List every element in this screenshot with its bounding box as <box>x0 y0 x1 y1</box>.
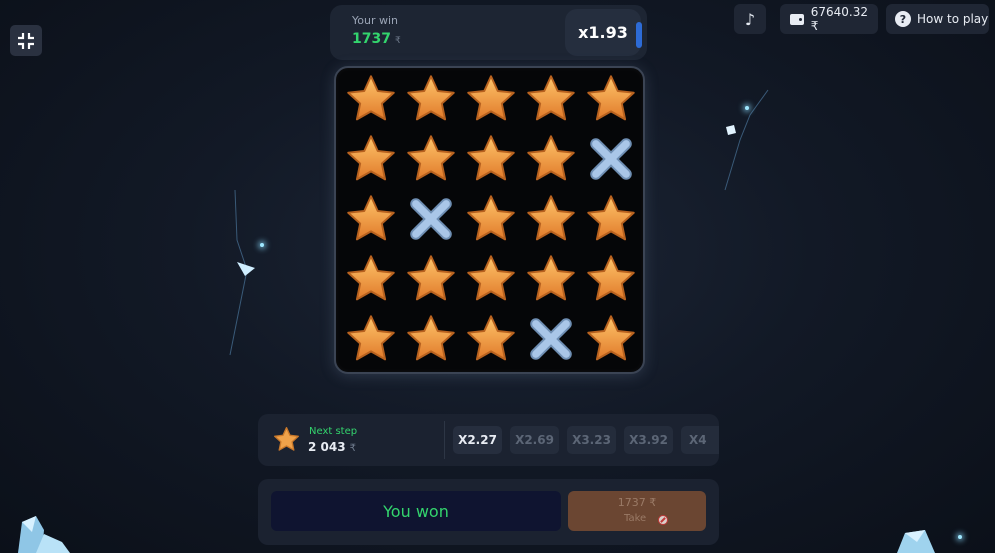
star-icon <box>467 135 515 181</box>
game-board <box>334 66 645 374</box>
star-icon <box>467 195 515 241</box>
glow-dot <box>745 106 749 110</box>
star-icon <box>527 255 575 301</box>
cross-cell[interactable] <box>405 193 457 245</box>
star-cell[interactable] <box>465 133 517 185</box>
cross-icon <box>530 318 572 360</box>
star-cell[interactable] <box>585 313 637 365</box>
next-step-amount-value: 2 043 <box>308 440 346 454</box>
cross-cell[interactable] <box>525 313 577 365</box>
step-multiplier: X4 <box>681 426 719 454</box>
music-note-icon: ♪ <box>744 9 756 29</box>
balance-value: 67640.32 ₹ <box>810 5 868 33</box>
star-cell[interactable] <box>405 73 457 125</box>
glow-dot <box>958 535 962 539</box>
star-icon <box>347 195 395 241</box>
how-to-play-button[interactable]: ? How to play <box>886 4 989 34</box>
star-icon <box>407 315 455 361</box>
disabled-icon <box>658 515 668 525</box>
next-step-label: Next step <box>309 426 358 437</box>
star-icon <box>407 135 455 181</box>
star-icon <box>467 255 515 301</box>
star-icon <box>347 135 395 181</box>
star-icon <box>467 75 515 121</box>
current-multiplier-value: x1.93 <box>578 23 628 42</box>
star-icon <box>587 255 635 301</box>
win-amount: 1737 ₹ <box>352 31 401 47</box>
star-icon <box>347 255 395 301</box>
star-cell[interactable] <box>465 313 517 365</box>
step-multiplier: X3.23 <box>567 426 616 454</box>
star-cell[interactable] <box>345 193 397 245</box>
star-cell[interactable] <box>525 193 577 245</box>
star-icon <box>527 75 575 121</box>
win-label: Your win <box>352 14 399 27</box>
step-multiplier: X2.27 <box>453 426 502 454</box>
cross-cell[interactable] <box>585 133 637 185</box>
win-currency: ₹ <box>394 36 401 46</box>
star-cell[interactable] <box>585 73 637 125</box>
crystal-cluster-bottom-left-decoration <box>18 516 70 553</box>
current-multiplier: x1.93 <box>565 9 642 56</box>
how-to-play-label: How to play <box>917 12 989 26</box>
next-step-bar: Next step 2 043 ₹ X2.27 X2.69 X3.23 X3.92… <box>258 414 719 466</box>
star-cell[interactable] <box>525 133 577 185</box>
star-cell[interactable] <box>585 193 637 245</box>
star-icon <box>407 255 455 301</box>
multiplier-accent <box>636 22 642 48</box>
star-icon <box>587 75 635 121</box>
star-icon <box>467 315 515 361</box>
star-icon <box>407 75 455 121</box>
crystal-cluster-bottom-right-decoration <box>897 530 935 553</box>
star-icon <box>587 195 635 241</box>
wallet-icon <box>790 13 804 25</box>
next-step-currency: ₹ <box>349 443 356 454</box>
star-cell[interactable] <box>345 133 397 185</box>
star-cell[interactable] <box>345 253 397 305</box>
star-cell[interactable] <box>525 253 577 305</box>
step-divider <box>444 421 445 459</box>
star-icon <box>527 195 575 241</box>
take-button[interactable]: 1737 ₹ Take <box>568 491 706 531</box>
star-cell[interactable] <box>405 253 457 305</box>
star-cell[interactable] <box>345 73 397 125</box>
question-icon: ? <box>895 11 911 27</box>
star-cell[interactable] <box>585 253 637 305</box>
star-cell[interactable] <box>465 193 517 245</box>
glow-dot <box>260 243 264 247</box>
take-label: Take <box>624 513 647 524</box>
star-icon <box>347 315 395 361</box>
action-bar: You won 1737 ₹ Take <box>258 479 719 545</box>
cross-icon <box>590 138 632 180</box>
star-icon <box>274 427 299 451</box>
take-amount: 1737 ₹ <box>617 496 657 509</box>
you-won-button[interactable]: You won <box>271 491 561 531</box>
win-panel: Your win 1737 ₹ x1.93 <box>330 5 647 60</box>
win-amount-value: 1737 <box>352 31 391 47</box>
crystal-shard-left-decoration <box>229 190 255 356</box>
star-icon <box>527 135 575 181</box>
star-icon <box>587 315 635 361</box>
step-multiplier: X2.69 <box>510 426 559 454</box>
music-button[interactable]: ♪ <box>734 4 766 34</box>
star-cell[interactable] <box>465 253 517 305</box>
next-step-amount: 2 043 ₹ <box>308 440 356 454</box>
star-cell[interactable] <box>525 73 577 125</box>
star-cell[interactable] <box>345 313 397 365</box>
cross-icon <box>410 198 452 240</box>
balance-button[interactable]: 67640.32 ₹ <box>780 4 878 34</box>
star-cell[interactable] <box>405 313 457 365</box>
collapse-icon <box>18 32 34 49</box>
collapse-button[interactable] <box>10 25 42 56</box>
star-cell[interactable] <box>465 73 517 125</box>
crystal-shard-right-decoration <box>724 89 769 191</box>
star-cell[interactable] <box>405 133 457 185</box>
step-multiplier: X3.92 <box>624 426 673 454</box>
star-icon <box>347 75 395 121</box>
